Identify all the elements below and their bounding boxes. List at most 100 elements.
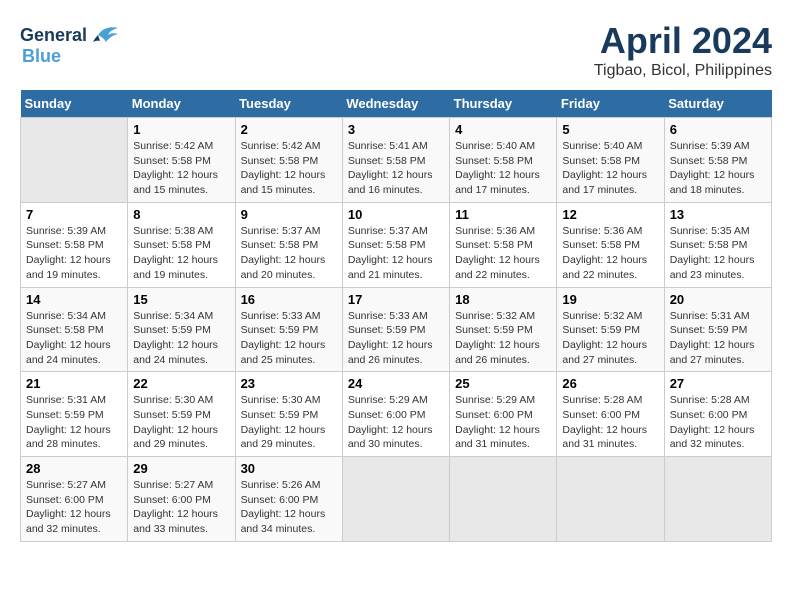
day-info: Sunrise: 5:42 AM Sunset: 5:58 PM Dayligh…	[241, 139, 337, 198]
calendar-cell: 24 Sunrise: 5:29 AM Sunset: 6:00 PM Dayli…	[342, 372, 449, 457]
day-info: Sunrise: 5:33 AM Sunset: 5:59 PM Dayligh…	[241, 309, 337, 368]
day-info: Sunrise: 5:26 AM Sunset: 6:00 PM Dayligh…	[241, 478, 337, 537]
calendar-week-row: 21 Sunrise: 5:31 AM Sunset: 5:59 PM Dayli…	[21, 372, 772, 457]
calendar-cell: 1 Sunrise: 5:42 AM Sunset: 5:58 PM Daylig…	[128, 118, 235, 203]
calendar-table: SundayMondayTuesdayWednesdayThursdayFrid…	[20, 90, 772, 542]
day-info: Sunrise: 5:29 AM Sunset: 6:00 PM Dayligh…	[348, 393, 444, 452]
calendar-cell: 30Sunrise: 5:26 AM Sunset: 6:00 PM Dayli…	[235, 457, 342, 542]
day-number: 5	[562, 122, 658, 137]
main-title: April 2024	[594, 20, 772, 62]
day-info: Sunrise: 5:32 AM Sunset: 5:59 PM Dayligh…	[562, 309, 658, 368]
day-number: 4	[455, 122, 551, 137]
subtitle: Tigbao, Bicol, Philippines	[594, 62, 772, 80]
calendar-cell: 11Sunrise: 5:36 AM Sunset: 5:58 PM Dayli…	[450, 202, 557, 287]
calendar-cell: 8 Sunrise: 5:38 AM Sunset: 5:58 PM Daylig…	[128, 202, 235, 287]
calendar-cell: 2 Sunrise: 5:42 AM Sunset: 5:58 PM Daylig…	[235, 118, 342, 203]
header-tuesday: Tuesday	[235, 90, 342, 118]
day-number: 12	[562, 207, 658, 222]
calendar-cell: 5 Sunrise: 5:40 AM Sunset: 5:58 PM Daylig…	[557, 118, 664, 203]
day-number: 1	[133, 122, 229, 137]
day-info: Sunrise: 5:33 AM Sunset: 5:59 PM Dayligh…	[348, 309, 444, 368]
day-info: Sunrise: 5:34 AM Sunset: 5:58 PM Dayligh…	[26, 309, 122, 368]
day-info: Sunrise: 5:37 AM Sunset: 5:58 PM Dayligh…	[348, 224, 444, 283]
day-info: Sunrise: 5:29 AM Sunset: 6:00 PM Dayligh…	[455, 393, 551, 452]
calendar-cell	[450, 457, 557, 542]
calendar-cell: 28Sunrise: 5:27 AM Sunset: 6:00 PM Dayli…	[21, 457, 128, 542]
calendar-cell	[557, 457, 664, 542]
day-number: 21	[26, 376, 122, 391]
calendar-cell: 27 Sunrise: 5:28 AM Sunset: 6:00 PM Dayli…	[664, 372, 771, 457]
calendar-cell: 22Sunrise: 5:30 AM Sunset: 5:59 PM Dayli…	[128, 372, 235, 457]
calendar-cell: 17 Sunrise: 5:33 AM Sunset: 5:59 PM Dayli…	[342, 287, 449, 372]
day-number: 13	[670, 207, 766, 222]
logo: General Blue	[20, 20, 120, 67]
logo-text-general: General	[20, 25, 87, 46]
day-number: 27	[670, 376, 766, 391]
calendar-cell: 3 Sunrise: 5:41 AM Sunset: 5:58 PM Daylig…	[342, 118, 449, 203]
header-friday: Friday	[557, 90, 664, 118]
logo-bird-icon	[90, 20, 120, 50]
day-number: 28	[26, 461, 122, 476]
day-number: 20	[670, 292, 766, 307]
day-info: Sunrise: 5:39 AM Sunset: 5:58 PM Dayligh…	[670, 139, 766, 198]
day-number: 3	[348, 122, 444, 137]
day-info: Sunrise: 5:39 AM Sunset: 5:58 PM Dayligh…	[26, 224, 122, 283]
calendar-cell: 10 Sunrise: 5:37 AM Sunset: 5:58 PM Dayli…	[342, 202, 449, 287]
day-number: 26	[562, 376, 658, 391]
calendar-cell: 15 Sunrise: 5:34 AM Sunset: 5:59 PM Dayli…	[128, 287, 235, 372]
day-info: Sunrise: 5:34 AM Sunset: 5:59 PM Dayligh…	[133, 309, 229, 368]
calendar-cell: 7 Sunrise: 5:39 AM Sunset: 5:58 PM Daylig…	[21, 202, 128, 287]
title-area: April 2024 Tigbao, Bicol, Philippines	[594, 20, 772, 80]
day-info: Sunrise: 5:37 AM Sunset: 5:58 PM Dayligh…	[241, 224, 337, 283]
calendar-cell	[21, 118, 128, 203]
day-number: 7	[26, 207, 122, 222]
day-info: Sunrise: 5:27 AM Sunset: 6:00 PM Dayligh…	[133, 478, 229, 537]
calendar-cell: 26 Sunrise: 5:28 AM Sunset: 6:00 PM Dayli…	[557, 372, 664, 457]
calendar-header-row: SundayMondayTuesdayWednesdayThursdayFrid…	[21, 90, 772, 118]
header: General Blue April 2024 Tigbao, Bicol, P…	[20, 20, 772, 80]
day-info: Sunrise: 5:40 AM Sunset: 5:58 PM Dayligh…	[562, 139, 658, 198]
day-number: 24	[348, 376, 444, 391]
calendar-cell: 29Sunrise: 5:27 AM Sunset: 6:00 PM Dayli…	[128, 457, 235, 542]
day-info: Sunrise: 5:40 AM Sunset: 5:58 PM Dayligh…	[455, 139, 551, 198]
day-number: 25	[455, 376, 551, 391]
day-number: 8	[133, 207, 229, 222]
calendar-cell: 9 Sunrise: 5:37 AM Sunset: 5:58 PM Daylig…	[235, 202, 342, 287]
calendar-cell: 4 Sunrise: 5:40 AM Sunset: 5:58 PM Daylig…	[450, 118, 557, 203]
calendar-cell: 19 Sunrise: 5:32 AM Sunset: 5:59 PM Dayli…	[557, 287, 664, 372]
day-info: Sunrise: 5:38 AM Sunset: 5:58 PM Dayligh…	[133, 224, 229, 283]
day-number: 9	[241, 207, 337, 222]
day-info: Sunrise: 5:42 AM Sunset: 5:58 PM Dayligh…	[133, 139, 229, 198]
calendar-cell: 18 Sunrise: 5:32 AM Sunset: 5:59 PM Dayli…	[450, 287, 557, 372]
day-info: Sunrise: 5:28 AM Sunset: 6:00 PM Dayligh…	[562, 393, 658, 452]
calendar-cell: 12 Sunrise: 5:36 AM Sunset: 5:58 PM Dayli…	[557, 202, 664, 287]
calendar-cell: 13Sunrise: 5:35 AM Sunset: 5:58 PM Dayli…	[664, 202, 771, 287]
day-number: 19	[562, 292, 658, 307]
calendar-cell	[342, 457, 449, 542]
calendar-week-row: 7 Sunrise: 5:39 AM Sunset: 5:58 PM Daylig…	[21, 202, 772, 287]
day-info: Sunrise: 5:41 AM Sunset: 5:58 PM Dayligh…	[348, 139, 444, 198]
day-number: 2	[241, 122, 337, 137]
day-number: 15	[133, 292, 229, 307]
day-info: Sunrise: 5:32 AM Sunset: 5:59 PM Dayligh…	[455, 309, 551, 368]
calendar-week-row: 14 Sunrise: 5:34 AM Sunset: 5:58 PM Dayli…	[21, 287, 772, 372]
header-thursday: Thursday	[450, 90, 557, 118]
day-number: 10	[348, 207, 444, 222]
calendar-cell: 21 Sunrise: 5:31 AM Sunset: 5:59 PM Dayli…	[21, 372, 128, 457]
day-number: 17	[348, 292, 444, 307]
calendar-cell	[664, 457, 771, 542]
day-info: Sunrise: 5:28 AM Sunset: 6:00 PM Dayligh…	[670, 393, 766, 452]
day-number: 23	[241, 376, 337, 391]
day-number: 22	[133, 376, 229, 391]
day-info: Sunrise: 5:36 AM Sunset: 5:58 PM Dayligh…	[455, 224, 551, 283]
day-info: Sunrise: 5:31 AM Sunset: 5:59 PM Dayligh…	[26, 393, 122, 452]
calendar-cell: 23 Sunrise: 5:30 AM Sunset: 5:59 PM Dayli…	[235, 372, 342, 457]
day-number: 6	[670, 122, 766, 137]
day-info: Sunrise: 5:31 AM Sunset: 5:59 PM Dayligh…	[670, 309, 766, 368]
day-info: Sunrise: 5:36 AM Sunset: 5:58 PM Dayligh…	[562, 224, 658, 283]
day-number: 18	[455, 292, 551, 307]
day-number: 14	[26, 292, 122, 307]
calendar-week-row: 28 Sunrise: 5:27 AM Sunset: 6:00 PM Dayli…	[21, 457, 772, 542]
day-info: Sunrise: 5:30 AM Sunset: 5:59 PM Dayligh…	[241, 393, 337, 452]
calendar-cell: 6 Sunrise: 5:39 AM Sunset: 5:58 PM Daylig…	[664, 118, 771, 203]
